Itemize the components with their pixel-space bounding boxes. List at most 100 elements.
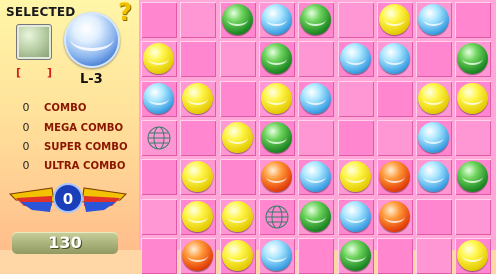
board-cell[interactable] [416, 237, 453, 274]
board-cell[interactable] [455, 80, 492, 117]
blue-orb[interactable] [260, 239, 292, 271]
board-cell[interactable] [416, 159, 453, 196]
board-cell[interactable] [298, 159, 335, 196]
green-orb[interactable] [260, 121, 292, 153]
board-cell[interactable] [298, 119, 335, 156]
board-cell[interactable] [337, 2, 374, 38]
board-cell[interactable] [141, 159, 177, 196]
board-cell[interactable] [258, 198, 295, 235]
board-cell[interactable] [141, 41, 177, 78]
yellow-orb[interactable] [143, 43, 174, 75]
board-cell[interactable] [258, 237, 295, 274]
blue-orb[interactable] [300, 82, 332, 114]
board-cell[interactable] [180, 80, 217, 117]
green-orb[interactable] [457, 161, 489, 193]
green-orb[interactable] [260, 43, 292, 75]
board-cell[interactable] [416, 198, 453, 235]
board-cell[interactable] [416, 2, 453, 38]
green-orb[interactable] [221, 4, 253, 35]
board-cell[interactable] [258, 159, 295, 196]
board-cell[interactable] [219, 41, 256, 78]
board-cell[interactable] [455, 119, 492, 156]
board-cell[interactable] [416, 119, 453, 156]
board-cell[interactable] [141, 2, 177, 38]
board-cell[interactable] [298, 80, 335, 117]
yellow-orb[interactable] [457, 239, 489, 271]
board-cell[interactable] [141, 119, 177, 156]
orange-orb[interactable] [378, 161, 410, 193]
board-cell[interactable] [219, 237, 256, 274]
board-cell[interactable] [455, 2, 492, 38]
board-cell[interactable] [298, 237, 335, 274]
yellow-orb[interactable] [378, 4, 410, 35]
orange-orb[interactable] [260, 161, 292, 193]
board-cell[interactable] [455, 41, 492, 78]
green-orb[interactable] [457, 43, 489, 75]
board-cell[interactable] [141, 80, 177, 117]
yellow-orb[interactable] [221, 121, 253, 153]
board-cell[interactable] [376, 159, 413, 196]
board-cell[interactable] [298, 41, 335, 78]
blue-orb[interactable] [378, 43, 410, 75]
board-cell[interactable] [219, 159, 256, 196]
yellow-orb[interactable] [182, 200, 214, 232]
blue-orb[interactable] [418, 161, 450, 193]
yellow-orb[interactable] [221, 239, 253, 271]
board-cell[interactable] [337, 119, 374, 156]
blue-orb[interactable] [143, 82, 174, 114]
yellow-orb[interactable] [221, 200, 253, 232]
board-cell[interactable] [376, 2, 413, 38]
board-cell[interactable] [258, 119, 295, 156]
yellow-orb[interactable] [182, 82, 214, 114]
green-orb[interactable] [300, 4, 332, 35]
board-cell[interactable] [219, 198, 256, 235]
board-cell[interactable] [180, 237, 217, 274]
board-cell[interactable] [258, 2, 295, 38]
board-cell[interactable] [416, 80, 453, 117]
board-cell[interactable] [258, 80, 295, 117]
board-cell[interactable] [180, 159, 217, 196]
board-cell[interactable] [337, 41, 374, 78]
blue-orb[interactable] [339, 43, 371, 75]
board-cell[interactable] [258, 41, 295, 78]
yellow-orb[interactable] [339, 161, 371, 193]
green-orb[interactable] [339, 239, 371, 271]
blue-orb[interactable] [300, 161, 332, 193]
blue-orb[interactable] [339, 200, 371, 232]
board-cell[interactable] [337, 237, 374, 274]
orange-orb[interactable] [182, 239, 214, 271]
board-cell[interactable] [376, 237, 413, 274]
blue-orb[interactable] [260, 4, 292, 35]
board-cell[interactable] [141, 198, 177, 235]
green-orb[interactable] [300, 200, 332, 232]
board-cell[interactable] [180, 119, 217, 156]
board-cell[interactable] [298, 198, 335, 235]
board-cell[interactable] [337, 80, 374, 117]
question-mark-icon[interactable]: ? [118, 0, 132, 26]
yellow-orb[interactable] [457, 82, 489, 114]
board-cell[interactable] [219, 80, 256, 117]
board-cell[interactable] [376, 119, 413, 156]
board-cell[interactable] [337, 159, 374, 196]
board-cell[interactable] [455, 198, 492, 235]
orange-orb[interactable] [378, 200, 410, 232]
board-cell[interactable] [376, 198, 413, 235]
board-cell[interactable] [376, 41, 413, 78]
board-cell[interactable] [337, 198, 374, 235]
board-cell[interactable] [298, 2, 335, 38]
board-cell[interactable] [180, 2, 217, 38]
board-cell[interactable] [376, 80, 413, 117]
board-cell[interactable] [180, 41, 217, 78]
blue-orb[interactable] [418, 121, 450, 153]
board-cell[interactable] [219, 119, 256, 156]
board-cell[interactable] [180, 198, 217, 235]
yellow-orb[interactable] [418, 82, 450, 114]
yellow-orb[interactable] [260, 82, 292, 114]
board-cell[interactable] [219, 2, 256, 38]
board-cell[interactable] [141, 237, 177, 274]
board-cell[interactable] [455, 159, 492, 196]
yellow-orb[interactable] [182, 161, 214, 193]
board-cell[interactable] [416, 41, 453, 78]
blue-orb[interactable] [418, 4, 450, 35]
board-cell[interactable] [455, 237, 492, 274]
